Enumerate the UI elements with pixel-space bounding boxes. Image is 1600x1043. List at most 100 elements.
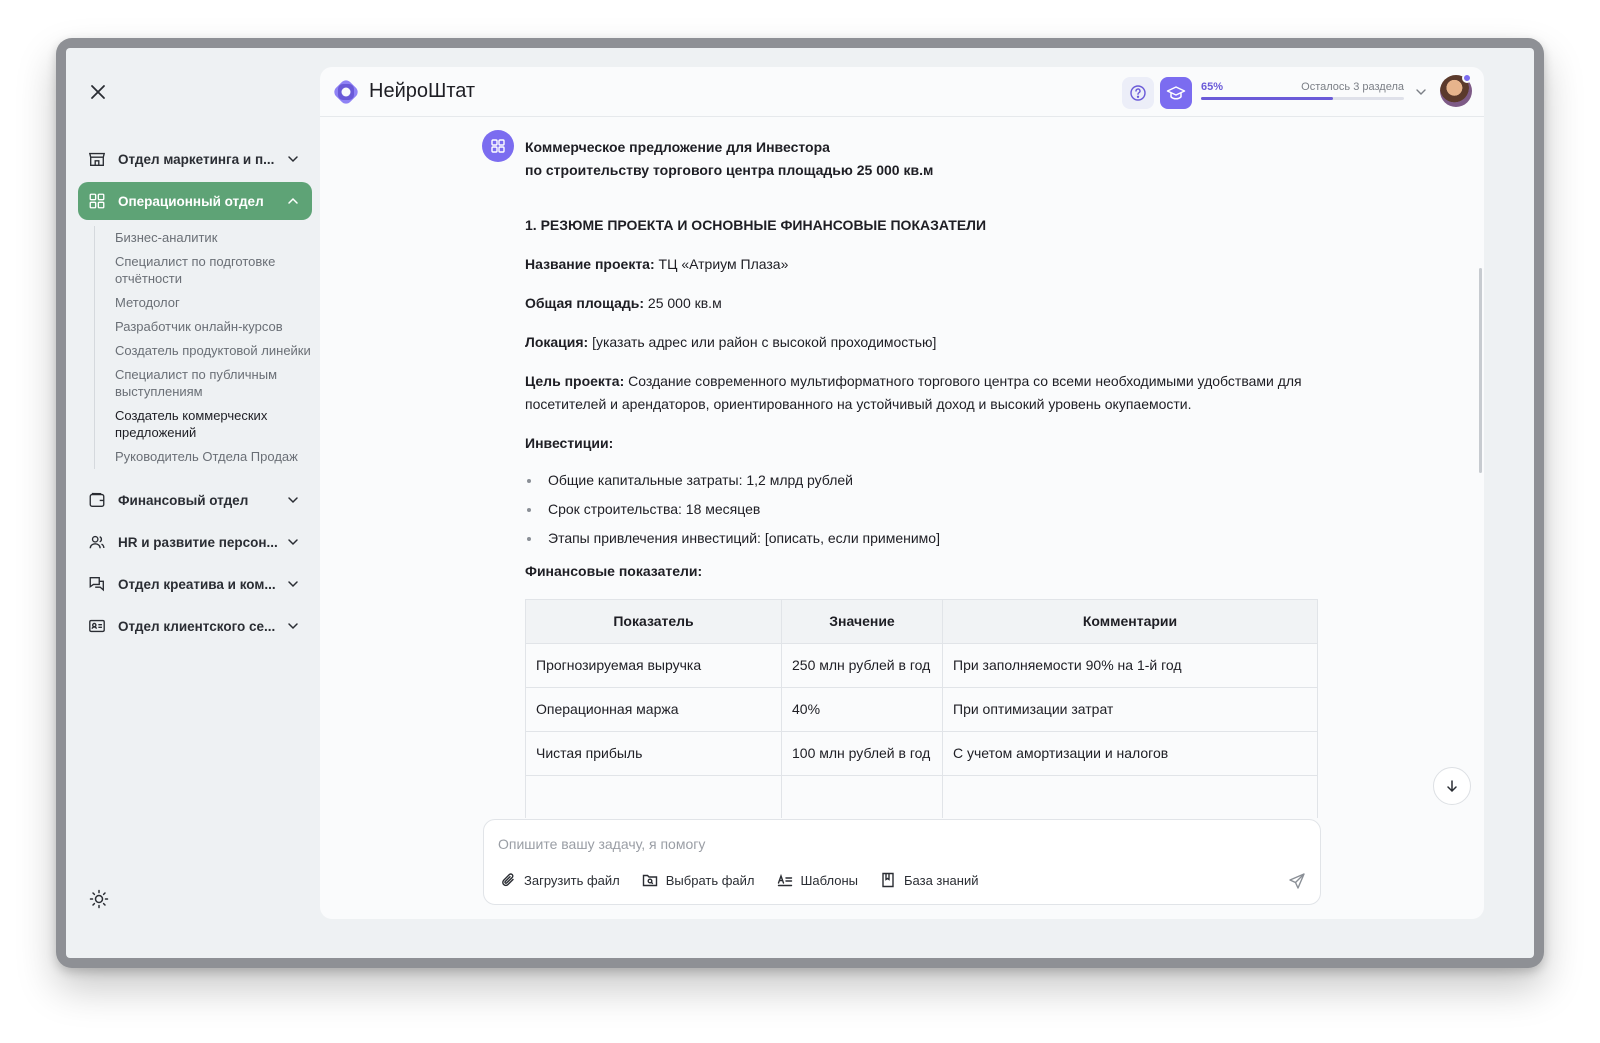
chevron-down-icon: [288, 539, 298, 546]
table-cell: Прогнозируемая выручка: [525, 643, 782, 688]
chevron-down-icon: [288, 497, 298, 504]
course-button[interactable]: [1160, 77, 1192, 109]
upload-file-button[interactable]: Загрузить файл: [500, 872, 620, 888]
location-line: Локация: [указать адрес или район с высо…: [525, 331, 1325, 354]
list-item: Общие капитальные затраты: 1,2 млрд рубл…: [525, 469, 1325, 492]
area-label: Общая площадь:: [525, 295, 645, 311]
department-label: Отдел маркетинга и п...: [118, 151, 275, 167]
help-button[interactable]: [1122, 77, 1154, 109]
project-name-label: Название проекта:: [525, 256, 655, 272]
sun-icon[interactable]: [88, 888, 110, 910]
progress-bar: [1201, 97, 1404, 100]
department-operations[interactable]: Операционный отдел: [78, 182, 312, 220]
table-cell: С учетом амортизации и налогов: [942, 731, 1318, 776]
chat-icon: [89, 577, 104, 592]
scroll-down-button[interactable]: [1433, 767, 1471, 805]
column-header: Показатель: [525, 599, 782, 644]
users-icon: [89, 535, 105, 549]
chevron-down-icon: [288, 623, 298, 630]
brand-name: НейроШтат: [369, 80, 476, 102]
main-panel: НейроШтат 65% Осталось 3 раздела Коммерч…: [320, 67, 1484, 919]
progress-remaining: Осталось 3 раздела: [1301, 81, 1404, 93]
department-label: Отдел клиентского се...: [118, 618, 276, 634]
chevron-down-icon: [288, 156, 298, 163]
investments-heading: Инвестиции:: [525, 432, 1325, 455]
department-hr[interactable]: HR и развитие персон...: [78, 523, 312, 561]
task-input[interactable]: [498, 832, 1278, 856]
table-cell: 100 млн рублей в год: [781, 731, 943, 776]
app-window: Отдел маркетинга и п... Операционный отд…: [66, 48, 1534, 958]
area-line: Общая площадь: 25 000 кв.м: [525, 292, 1325, 315]
financials-heading: Финансовые показатели:: [525, 560, 1325, 583]
section-title: 1. РЕЗЮМЕ ПРОЕКТА И ОСНОВНЫЕ ФИНАНСОВЫЕ …: [525, 217, 987, 233]
sub-item-sales-head[interactable]: Руководитель Отдела Продаж: [115, 445, 312, 469]
department-label: Операционный отдел: [118, 193, 264, 209]
table-cell: 250 млн рублей в год: [781, 643, 943, 688]
knowledge-base-label: База знаний: [904, 872, 979, 888]
location-label: Локация:: [525, 334, 589, 350]
templates-button[interactable]: Шаблоны: [777, 872, 858, 888]
goal-line: Цель проекта: Создание современного муль…: [525, 370, 1325, 416]
project-name-value: ТЦ «Атриум Плаза»: [654, 256, 789, 272]
area-value: 25 000 кв.м: [644, 295, 722, 311]
grid-icon: [491, 139, 505, 153]
chevron-down-icon: [288, 581, 298, 588]
top-bar: НейроШтат 65% Осталось 3 раздела: [320, 67, 1484, 117]
project-name-line: Название проекта: ТЦ «Атриум Плаза»: [525, 253, 1325, 276]
notification-badge: [1462, 73, 1472, 83]
column-header: Комментарии: [942, 599, 1318, 644]
sub-item-business-analyst[interactable]: Бизнес-аналитик: [115, 226, 312, 250]
choose-file-button[interactable]: Выбрать файл: [642, 872, 755, 888]
sub-item-course-developer[interactable]: Разработчик онлайн-курсов: [115, 315, 312, 339]
paperclip-icon: [502, 873, 514, 887]
department-label: HR и развитие персон...: [118, 534, 278, 550]
send-icon[interactable]: [1288, 872, 1306, 890]
chevron-up-icon: [288, 197, 298, 204]
scrollbar[interactable]: [1479, 268, 1482, 473]
table-row: [525, 775, 1318, 818]
sidebar: Отдел маркетинга и п... Операционный отд…: [66, 48, 320, 958]
table-cell: [525, 775, 782, 818]
table-cell: При заполняемости 90% на 1-й год: [942, 643, 1318, 688]
sub-item-public-speaking[interactable]: Специалист по публичным выступлениям: [115, 363, 312, 404]
arrow-down-icon: [1447, 780, 1457, 793]
assistant-message: Коммерческое предложение для Инвестора п…: [525, 136, 1325, 818]
assistant-avatar: [482, 130, 514, 162]
id-card-icon: [89, 619, 105, 633]
grid-icon: [89, 193, 105, 209]
wallet-icon: [89, 492, 105, 507]
logo-icon: [334, 80, 358, 104]
goal-value: Создание современного мультиформатного т…: [525, 373, 1302, 412]
department-creative[interactable]: Отдел креатива и ком...: [78, 565, 312, 603]
progress-percent: 65%: [1201, 81, 1224, 93]
table-cell: 40%: [781, 687, 943, 732]
table-row: Операционная маржа 40% При оптимизации з…: [525, 687, 1318, 732]
department-marketing[interactable]: Отдел маркетинга и п...: [78, 140, 312, 178]
graduation-cap-icon: [1166, 86, 1186, 100]
templates-icon: [777, 873, 792, 887]
composer-tools: Загрузить файл Выбрать файл Шаблоны База…: [500, 872, 1001, 888]
investments-list: Общие капитальные затраты: 1,2 млрд рубл…: [525, 469, 1325, 550]
sub-item-methodologist[interactable]: Методолог: [115, 291, 312, 315]
chevron-down-icon[interactable]: [1414, 85, 1428, 99]
book-icon: [882, 872, 894, 888]
knowledge-base-button[interactable]: База знаний: [880, 872, 979, 888]
table-row: Прогнозируемая выручка 250 млн рублей в …: [525, 643, 1318, 688]
table-cell: Операционная маржа: [525, 687, 782, 732]
department-label: Финансовый отдел: [118, 492, 249, 508]
close-icon[interactable]: [86, 80, 110, 104]
department-label: Отдел креатива и ком...: [118, 576, 276, 592]
financials-table: Показатель Значение Комментарии Прогнози…: [525, 599, 1318, 818]
sub-item-product-line-creator[interactable]: Создатель продуктовой линейки: [115, 339, 312, 363]
sub-item-reporting-specialist[interactable]: Специалист по подготовке отчётности: [115, 250, 312, 291]
doc-title: Коммерческое предложение для Инвестора: [525, 139, 830, 155]
upload-file-label: Загрузить файл: [524, 872, 620, 888]
department-finance[interactable]: Финансовый отдел: [78, 481, 312, 519]
table-cell: При оптимизации затрат: [942, 687, 1318, 732]
list-item: Этапы привлечения инвестиций: [описать, …: [525, 527, 1325, 550]
financials-label: Финансовые показатели:: [525, 563, 703, 579]
progress-bar-fill: [1201, 97, 1333, 100]
department-client-service[interactable]: Отдел клиентского се...: [78, 607, 312, 645]
store-icon: [88, 152, 106, 166]
sub-item-commercial-offers[interactable]: Создатель коммерческих предложений: [115, 404, 312, 445]
